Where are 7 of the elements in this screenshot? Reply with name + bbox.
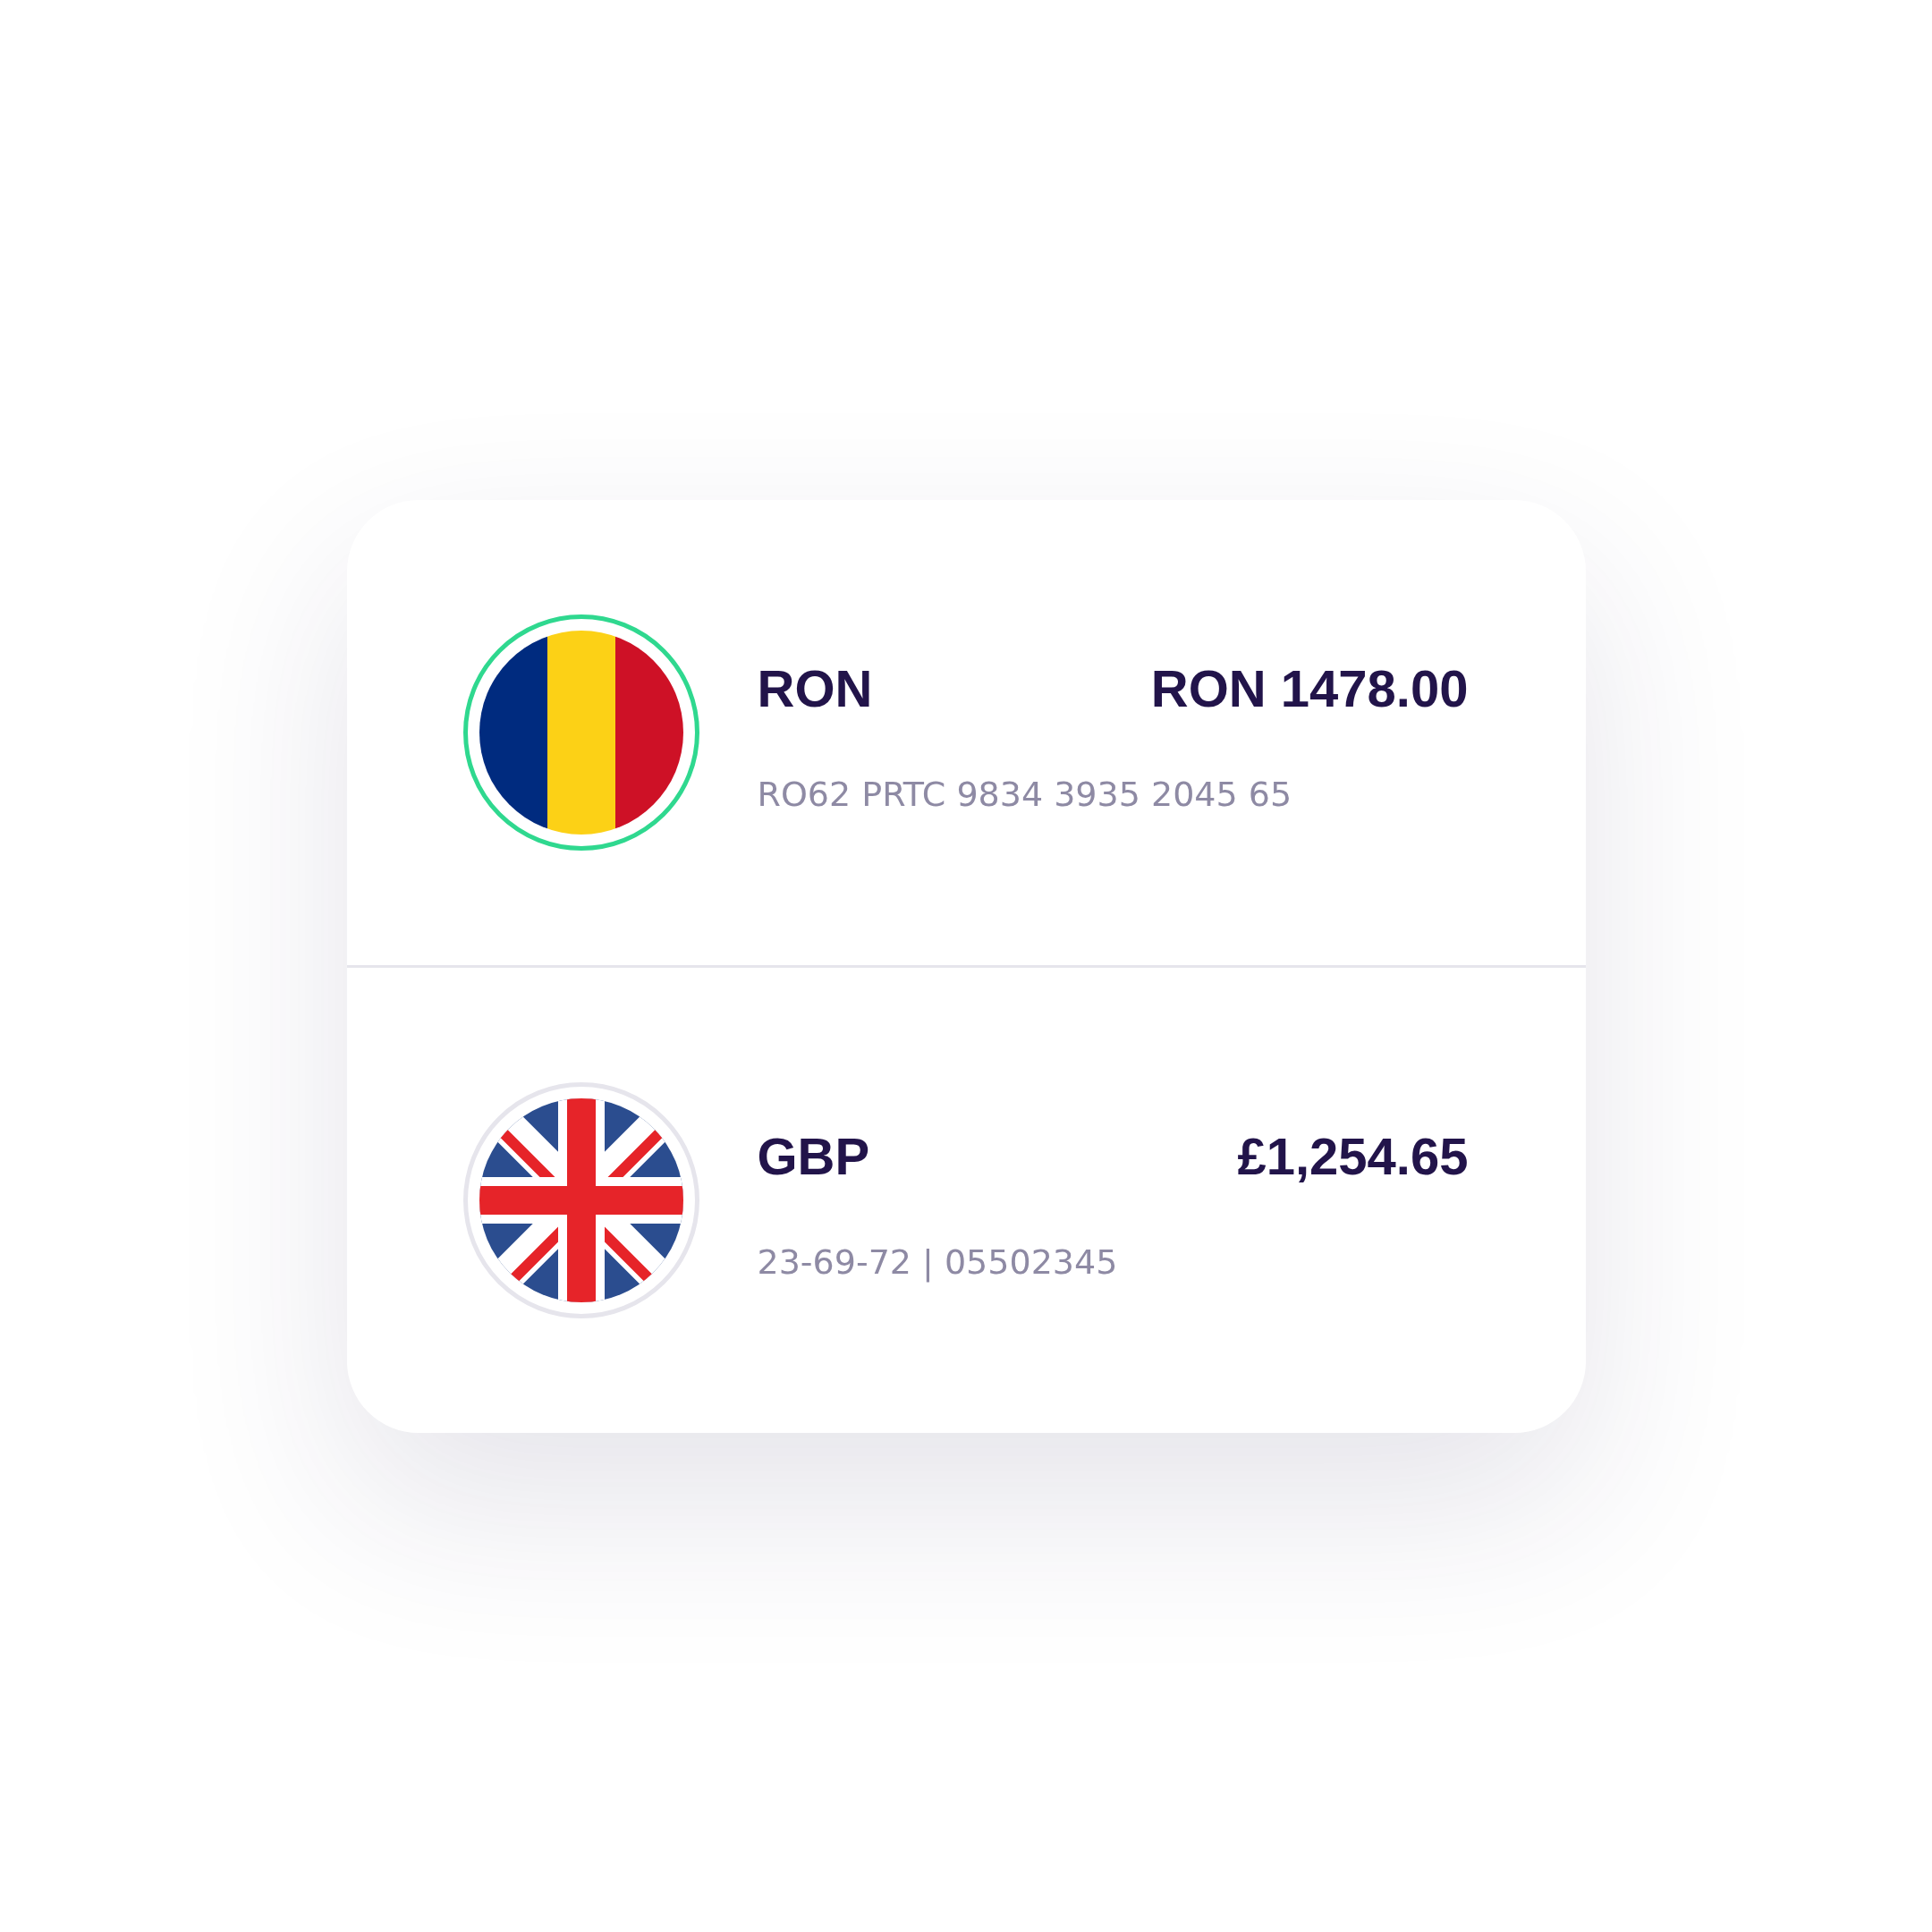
tricolor-flag-icon xyxy=(479,630,683,835)
balance-amount: RON 1478.00 xyxy=(1150,662,1469,715)
balance-amount: £1,254.65 xyxy=(1237,1130,1469,1182)
currency-code: GBP xyxy=(757,1130,870,1182)
selection-ring[interactable] xyxy=(462,614,699,851)
currency-code: RON xyxy=(757,662,873,715)
account-number: RO62 PRTC 9834 3935 2045 65 xyxy=(757,776,1293,811)
